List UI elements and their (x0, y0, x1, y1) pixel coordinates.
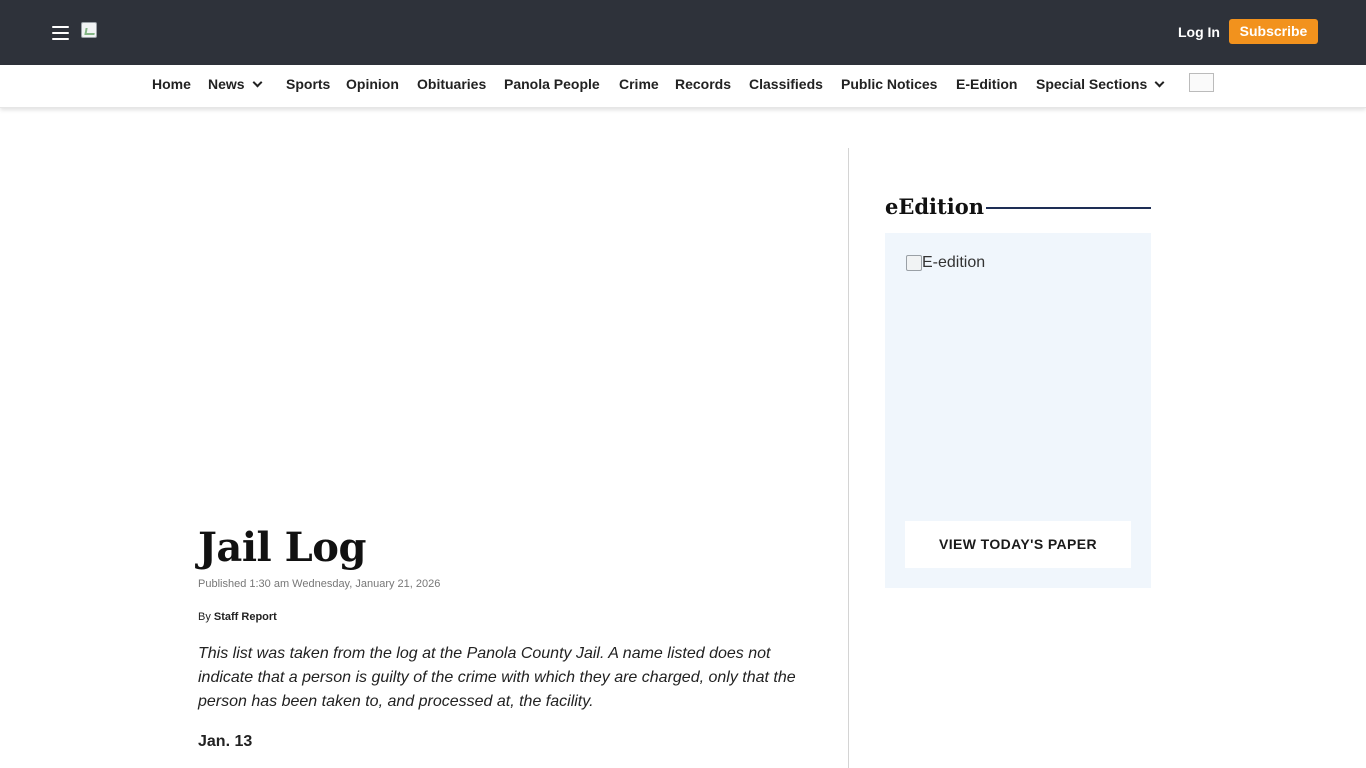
eedition-box: E-edition VIEW TODAY'S PAPER (885, 233, 1151, 588)
date-heading: Jan. 13 (198, 733, 253, 750)
login-link[interactable]: Log In (1178, 24, 1220, 40)
hamburger-menu-icon[interactable] (52, 24, 69, 40)
nav-item-special-sections[interactable]: Special Sections (1036, 76, 1165, 92)
broken-image-icon (906, 255, 922, 271)
byline-author[interactable]: Staff Report (214, 611, 277, 623)
nav-item-sports[interactable]: Sports (286, 76, 330, 92)
published-date: Published 1:30 am Wednesday, January 21,… (198, 578, 441, 590)
nav-item-home[interactable]: Home (152, 76, 191, 92)
sidebar-title: eEdition (885, 194, 984, 219)
article-intro: This list was taken from the log at the … (198, 645, 796, 710)
subscribe-button[interactable]: Subscribe (1229, 19, 1318, 44)
broken-image-icon[interactable] (1189, 73, 1214, 92)
sidebar-title-rule (986, 207, 1151, 209)
nav-item-obituaries[interactable]: Obituaries (417, 76, 486, 92)
eedition-image[interactable]: E-edition (906, 254, 985, 272)
article-title: Jail Log (198, 524, 366, 571)
nav-item-label: Obituaries (417, 76, 487, 92)
column-divider (848, 148, 849, 768)
view-todays-paper-button[interactable]: VIEW TODAY'S PAPER (905, 521, 1131, 568)
nav-item-label: Records (675, 76, 732, 92)
top-bar: Log In Subscribe (0, 0, 1366, 65)
chevron-down-icon (252, 77, 263, 88)
nav-item-label: Panola People (504, 76, 600, 92)
nav-item-label: Opinion (346, 76, 399, 92)
byline: By Staff Report (198, 611, 277, 624)
nav-item-opinion[interactable]: Opinion (346, 76, 399, 92)
nav-item-e-edition[interactable]: E-Edition (956, 76, 1017, 92)
nav-item-records[interactable]: Records (675, 76, 731, 92)
nav-item-label: Home (152, 76, 191, 92)
nav-item-label: Crime (619, 76, 659, 92)
nav-item-classifieds[interactable]: Classifieds (749, 76, 823, 92)
nav-item-label: Public Notices (841, 76, 938, 92)
nav-item-label: Classifieds (749, 76, 823, 92)
nav-item-label: Special Sections (1036, 76, 1148, 92)
site-logo[interactable] (81, 22, 97, 38)
chevron-down-icon (1154, 77, 1165, 88)
nav-item-label: News (208, 76, 245, 92)
eedition-image-alt: E-edition (922, 254, 986, 271)
nav-item-panola-people[interactable]: Panola People (504, 76, 600, 92)
nav-item-public-notices[interactable]: Public Notices (841, 76, 937, 92)
main-nav: Home News Sports Opinion Obituaries Pano… (0, 65, 1366, 108)
nav-item-news[interactable]: News (208, 76, 263, 92)
nav-item-label: Sports (286, 76, 331, 92)
nav-item-crime[interactable]: Crime (619, 76, 659, 92)
byline-prefix: By (198, 611, 211, 623)
nav-item-label: E-Edition (956, 76, 1018, 92)
